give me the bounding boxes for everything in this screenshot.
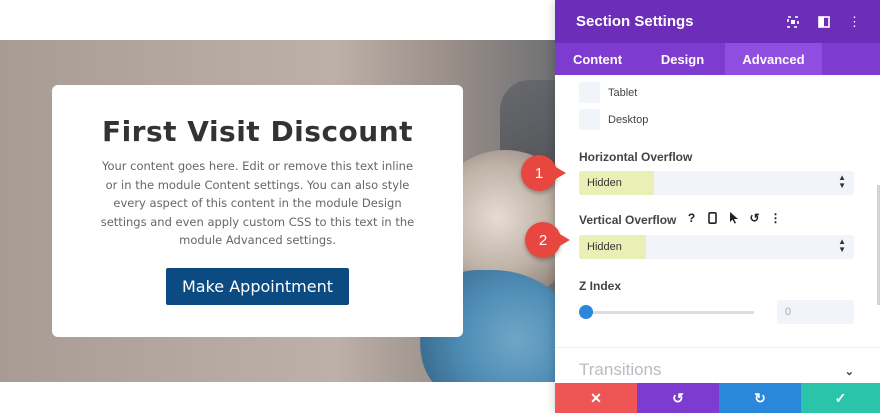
expand-icon[interactable] xyxy=(777,0,808,43)
vertical-overflow-select[interactable]: Hidden ▲ ▼ xyxy=(579,235,854,259)
checkbox[interactable] xyxy=(579,109,600,130)
slider-handle[interactable] xyxy=(579,305,593,319)
panel-title: Section Settings xyxy=(576,13,694,30)
checkbox-label: Tablet xyxy=(608,86,638,99)
reset-icon[interactable]: ↺ xyxy=(744,209,765,227)
select-arrows-icon: ▲ ▼ xyxy=(838,173,846,190)
callout-badge: 2 xyxy=(525,222,570,258)
section-settings-panel: Section Settings ⋮ Content Design Advanc… xyxy=(555,0,880,413)
save-button[interactable]: ✓ xyxy=(801,383,880,413)
vertical-overflow-label: Vertical Overflow xyxy=(579,213,677,227)
settings-body: Tablet Desktop Horizontal Overflow Hidde… xyxy=(555,75,880,382)
tab-advanced[interactable]: Advanced xyxy=(725,43,822,75)
callout-badge: 1 xyxy=(521,155,566,191)
z-index-slider[interactable] xyxy=(586,311,754,314)
horizontal-overflow-label: Horizontal Overflow xyxy=(579,150,693,164)
select-value: Hidden xyxy=(587,241,622,253)
settings-tabs: Content Design Advanced xyxy=(555,43,880,75)
visibility-option-desktop[interactable]: Desktop xyxy=(579,109,648,130)
select-value: Hidden xyxy=(587,177,622,189)
undo-button[interactable]: ↺ xyxy=(637,383,719,413)
card-title: First Visit Discount xyxy=(101,115,414,148)
close-icon: ✕ xyxy=(590,389,602,406)
tab-content[interactable]: Content xyxy=(555,43,640,75)
z-index-input[interactable]: 0 xyxy=(777,300,854,324)
z-index-label: Z Index xyxy=(579,279,622,293)
panel-footer: ✕ ↺ ↻ ✓ xyxy=(555,383,880,413)
columns-icon[interactable] xyxy=(808,0,839,43)
panel-header: Section Settings ⋮ xyxy=(555,0,880,43)
horizontal-overflow-select[interactable]: Hidden ▲ ▼ xyxy=(579,171,854,195)
check-icon: ✓ xyxy=(834,389,847,406)
redo-button[interactable]: ↻ xyxy=(719,383,801,413)
select-arrows-icon: ▲ ▼ xyxy=(838,237,846,254)
chevron-down-icon[interactable]: ⌄ xyxy=(845,365,854,378)
visibility-option-tablet[interactable]: Tablet xyxy=(579,82,637,103)
vertical-overflow-options: ? ↺ ⋮ xyxy=(681,209,786,227)
more-vertical-icon[interactable]: ⋮ xyxy=(839,0,870,43)
more-vertical-icon[interactable]: ⋮ xyxy=(765,209,786,227)
tab-design[interactable]: Design xyxy=(640,43,725,75)
phone-icon[interactable] xyxy=(702,209,723,227)
transitions-section-toggle[interactable]: Transitions xyxy=(579,360,662,380)
cursor-icon[interactable] xyxy=(723,209,744,227)
divider xyxy=(555,347,880,348)
checkbox[interactable] xyxy=(579,82,600,103)
promo-card[interactable]: First Visit Discount Your content goes h… xyxy=(52,85,463,337)
discard-button[interactable]: ✕ xyxy=(555,383,637,413)
checkbox-label: Desktop xyxy=(608,113,649,126)
make-appointment-button[interactable]: Make Appointment xyxy=(166,267,349,305)
redo-icon: ↻ xyxy=(754,389,766,406)
undo-icon: ↺ xyxy=(672,389,684,406)
builder-stage: First Visit Discount Your content goes h… xyxy=(0,0,880,413)
card-body-text: Your content goes here. Edit or remove t… xyxy=(100,159,415,248)
help-icon[interactable]: ? xyxy=(681,209,702,227)
